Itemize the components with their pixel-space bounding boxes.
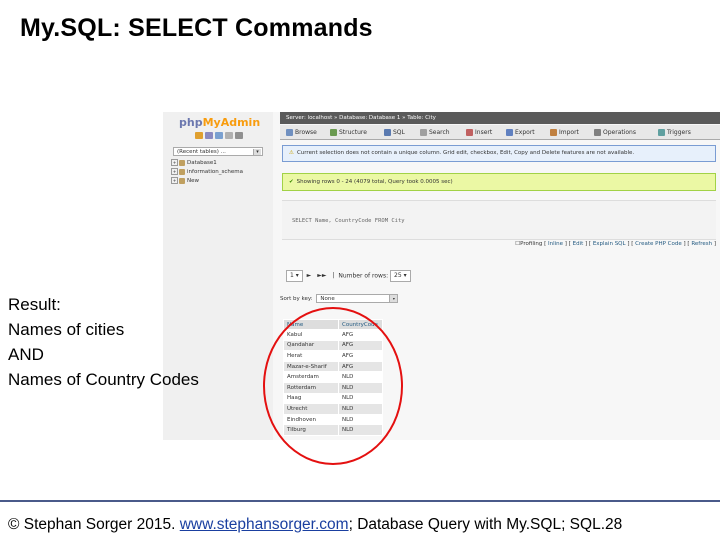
last-page-button[interactable]: ►► — [317, 270, 326, 282]
sql-icon — [384, 129, 391, 136]
import-icon — [550, 129, 557, 136]
footer-website-link[interactable]: www.stephansorger.com — [180, 516, 349, 533]
tree-item-label: information_schema — [187, 169, 243, 175]
result-line: Names of cities — [8, 320, 125, 339]
sql-query-text: SELECT Name, CountryCode FROM City — [292, 218, 405, 224]
database-icon — [179, 177, 185, 184]
warning-icon: ⚠ — [289, 150, 294, 156]
help-icon[interactable] — [215, 132, 223, 139]
inline-link[interactable]: Inline — [548, 241, 563, 247]
tab-bar: Browse Structure SQL Search Insert Expor… — [280, 125, 720, 140]
breadcrumb[interactable]: Server: localhost » Database: Database 1… — [280, 112, 720, 124]
number-of-rows-label: Number of rows: — [338, 272, 389, 280]
search-icon — [420, 129, 427, 136]
chevron-down-icon: ▾ — [253, 149, 261, 155]
phpmyadmin-logo: phpMyAdmin — [179, 116, 260, 129]
logout-icon[interactable] — [205, 132, 213, 139]
result-caption: Result: Names of cities AND Names of Cou… — [8, 292, 199, 392]
structure-icon — [330, 129, 337, 136]
recent-tables-value: (Recent tables) ... — [177, 149, 226, 155]
tab-export[interactable]: Export — [506, 128, 535, 137]
phpmyadmin-screenshot: phpMyAdmin (Recent tables) ... ▾ + Databa… — [163, 112, 720, 440]
database-icon — [179, 159, 185, 166]
operations-icon — [594, 129, 601, 136]
slide-footer: © Stephan Sorger 2015. www.stephansorger… — [8, 516, 622, 534]
result-line: AND — [8, 345, 44, 364]
profiling-label: Profiling — [520, 241, 543, 247]
tab-sql[interactable]: SQL — [384, 128, 405, 137]
footer-suffix: ; Database Query with My.SQL; SQL.28 — [348, 516, 623, 533]
footer-prefix: © Stephan Sorger 2015. — [8, 516, 180, 533]
footer-divider — [0, 500, 720, 502]
success-message: ✔ Showing rows 0 - 24 (4079 total, Query … — [282, 173, 716, 191]
sort-by-key-label: Sort by key: — [280, 296, 313, 302]
checkmark-icon: ✔ — [289, 179, 294, 185]
chevron-down-icon: ▾ — [389, 295, 398, 302]
insert-icon — [466, 129, 473, 136]
tree-item-label: New — [187, 178, 199, 184]
tab-triggers[interactable]: Triggers — [658, 128, 691, 137]
expand-icon[interactable]: + — [171, 168, 178, 175]
slide-title: My.SQL: SELECT Commands — [20, 14, 373, 42]
sort-by-key-row: Sort by key: None ▾ — [280, 294, 399, 304]
browse-icon — [286, 129, 293, 136]
sql-query-box: SELECT Name, CountryCode FROM City — [282, 200, 716, 240]
tab-structure[interactable]: Structure — [330, 128, 367, 137]
highlight-circle — [263, 307, 403, 465]
expand-icon[interactable]: + — [171, 159, 178, 166]
page-select[interactable]: 1 ▾ — [286, 270, 303, 282]
tree-item-db-0[interactable]: + Database1 — [171, 159, 243, 168]
tab-operations[interactable]: Operations — [594, 128, 636, 137]
recent-tables-select[interactable]: (Recent tables) ... ▾ — [173, 147, 263, 156]
number-of-rows-select[interactable]: 25 ▾ — [390, 270, 411, 282]
pagination-row: 1 ▾ ► ►► | Number of rows: 25 ▾ — [286, 270, 411, 282]
tab-import[interactable]: Import — [550, 128, 579, 137]
expand-icon[interactable]: + — [171, 177, 178, 184]
next-page-button[interactable]: ► — [307, 270, 312, 282]
export-icon — [506, 129, 513, 136]
logo-php: php — [179, 116, 203, 129]
tree-item-db-1[interactable]: + information_schema — [171, 168, 243, 177]
separator: | — [332, 272, 335, 279]
tree-item-db-2[interactable]: + New — [171, 177, 243, 186]
tree-item-label: Database1 — [187, 160, 217, 166]
result-line: Names of Country Codes — [8, 370, 199, 389]
refresh-link[interactable]: Refresh — [691, 241, 712, 247]
create-php-code-link[interactable]: Create PHP Code — [635, 241, 682, 247]
query-options: ☐Profiling [ Inline ] [ Edit ] [ Explain… — [515, 241, 716, 247]
tab-search[interactable]: Search — [420, 128, 450, 137]
docs-icon[interactable] — [225, 132, 233, 139]
triggers-icon — [658, 129, 665, 136]
settings-icon[interactable] — [235, 132, 243, 139]
database-tree: + Database1 + information_schema + New — [171, 159, 243, 186]
home-icon[interactable] — [195, 132, 203, 139]
explain-sql-link[interactable]: Explain SQL — [593, 241, 626, 247]
result-line: Result: — [8, 295, 61, 314]
notice-message: ⚠ Current selection does not contain a un… — [282, 145, 716, 162]
database-icon — [179, 168, 185, 175]
logo-myadmin: MyAdmin — [202, 116, 261, 129]
tab-browse[interactable]: Browse — [286, 128, 317, 137]
sort-by-key-select[interactable]: None ▾ — [316, 294, 399, 303]
edit-link[interactable]: Edit — [573, 241, 584, 247]
nav-icon-bar — [195, 132, 255, 140]
tab-insert[interactable]: Insert — [466, 128, 492, 137]
